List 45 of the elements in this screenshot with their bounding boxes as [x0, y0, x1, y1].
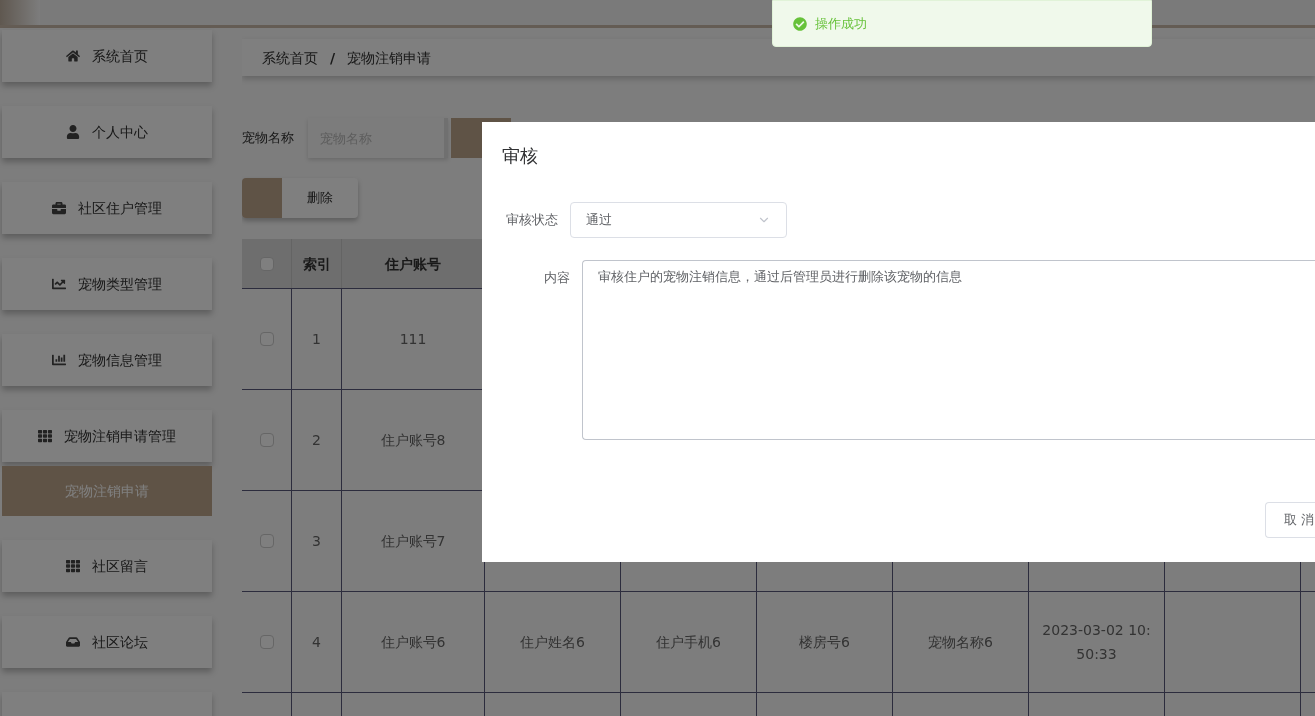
- table-cell: 2: [292, 390, 342, 490]
- briefcase-icon: [52, 201, 66, 215]
- table-cell: 1: [292, 289, 342, 389]
- table-cell: 住户手机6: [621, 592, 757, 692]
- table-cell: 住户账号6: [342, 592, 485, 692]
- sidebar-item[interactable]: 宠物注销申请管理: [2, 410, 212, 462]
- grid-icon: [66, 559, 80, 573]
- grid-icon: [38, 429, 52, 443]
- sidebar-item[interactable]: 社区论坛: [2, 616, 212, 668]
- sidebar-item[interactable]: 社区留言: [2, 540, 212, 592]
- table-header-cell: 索引: [292, 239, 342, 288]
- content-textarea[interactable]: 审核住户的宠物注销信息，通过后管理员进行删除该宠物的信息: [582, 260, 1315, 440]
- content-label: 内容: [543, 269, 571, 287]
- toast-message: 操作成功: [815, 14, 867, 33]
- line-chart-icon: [52, 277, 66, 291]
- table-cell: 住户姓名6: [485, 592, 621, 692]
- status-select[interactable]: 通过: [570, 202, 787, 238]
- sidebar-item[interactable]: 宠物信息管理: [2, 334, 212, 386]
- table-cell: 楼房号6: [757, 592, 893, 692]
- breadcrumb-item[interactable]: 系统首页: [262, 47, 318, 68]
- success-icon: [793, 16, 807, 31]
- row-checkbox[interactable]: [259, 635, 274, 649]
- table-cell: 4: [292, 592, 342, 692]
- delete-button[interactable]: 删除: [242, 178, 358, 218]
- bar-chart-icon: [52, 353, 66, 367]
- sidebar-item[interactable]: 个人中心: [2, 106, 212, 158]
- table-cell: 2023-03-02 10:50:33: [1029, 592, 1165, 692]
- breadcrumb-separator: /: [329, 48, 337, 68]
- row-checkbox[interactable]: [259, 534, 274, 548]
- status-label: 审核状态: [505, 211, 559, 230]
- search-label: 宠物名称: [242, 129, 295, 148]
- table-cell: 宠物名称6: [893, 592, 1029, 692]
- table-cell: 3: [292, 491, 342, 591]
- select-all-checkbox[interactable]: [259, 256, 274, 271]
- user-icon: [66, 125, 80, 139]
- sidebar-item[interactable]: 社区住户管理: [2, 182, 212, 234]
- sidebar-item[interactable]: 宠物类型管理: [2, 258, 212, 310]
- dialog-title: 审核: [502, 144, 539, 168]
- row-checkbox[interactable]: [259, 433, 274, 447]
- cancel-button[interactable]: 取 消: [1265, 502, 1315, 538]
- inbox-icon: [66, 635, 80, 649]
- row-checkbox[interactable]: [259, 332, 274, 346]
- home-icon: [66, 49, 80, 63]
- sidebar-item[interactable]: 系统首页: [2, 30, 212, 82]
- breadcrumb-item[interactable]: 宠物注销申请: [347, 47, 432, 68]
